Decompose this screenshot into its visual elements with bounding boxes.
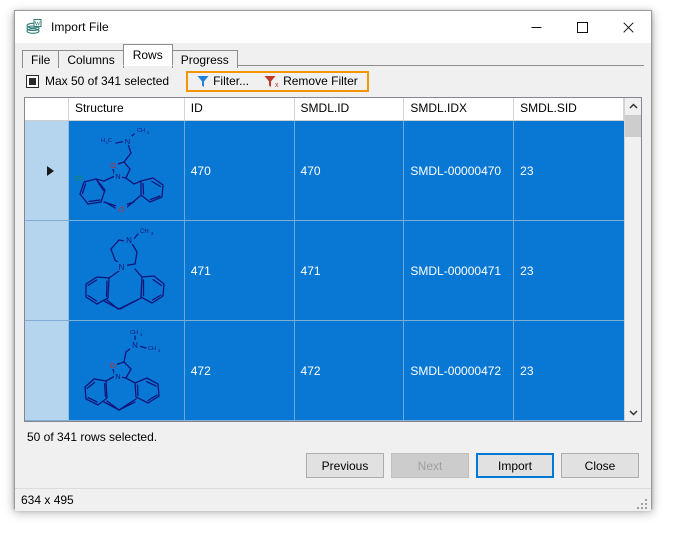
cell-smdl-id[interactable]: 472 bbox=[295, 321, 405, 420]
chevron-up-icon bbox=[629, 103, 638, 110]
cell-smdl-idx[interactable]: SMDL-00000472 bbox=[404, 321, 514, 420]
current-row-arrow-icon bbox=[47, 166, 54, 176]
grid-header-row: Structure ID SMDL.ID SMDL.IDX SMDL.SID bbox=[25, 98, 624, 121]
svg-text:W: W bbox=[34, 20, 41, 27]
max-selected-label: Max 50 of 341 selected bbox=[45, 74, 169, 88]
previous-button[interactable]: Previous bbox=[306, 453, 384, 478]
svg-text:CH: CH bbox=[137, 128, 145, 134]
tab-progress[interactable]: Progress bbox=[172, 50, 238, 68]
cell-id[interactable]: 470 bbox=[185, 121, 295, 220]
import-file-window: W Import File File Columns Rows Progress bbox=[14, 10, 652, 509]
cell-structure[interactable]: O N N CH 3 CH 3 bbox=[69, 321, 185, 420]
svg-text:H: H bbox=[101, 138, 105, 144]
svg-text:N: N bbox=[132, 341, 138, 350]
max-selected-checkbox[interactable] bbox=[26, 75, 39, 88]
grid-header-smdl-sid[interactable]: SMDL.SID bbox=[514, 98, 624, 120]
import-button[interactable]: Import bbox=[476, 453, 554, 478]
cell-smdl-sid[interactable]: 23 bbox=[514, 121, 624, 220]
grid-body: O N O N Cl CH 3 H 3 C bbox=[25, 121, 624, 421]
tab-rows[interactable]: Rows bbox=[123, 44, 173, 66]
dibenzazepine-isoxazolidine-dimethylamine-structure: O N N CH 3 CH 3 bbox=[74, 324, 178, 418]
grid-header-id[interactable]: ID bbox=[185, 98, 295, 120]
resize-grip-icon[interactable] bbox=[636, 497, 648, 509]
filter-button-label: Filter... bbox=[213, 74, 249, 88]
cell-structure[interactable]: O N O N Cl CH 3 H 3 C bbox=[69, 121, 185, 220]
close-icon[interactable] bbox=[605, 11, 651, 43]
tab-file[interactable]: File bbox=[22, 50, 59, 68]
table-row[interactable]: O N N CH 3 CH 3 472 472 SMDL-00000472 bbox=[25, 321, 624, 421]
cell-smdl-idx[interactable]: SMDL-00000471 bbox=[404, 221, 514, 320]
svg-text:N: N bbox=[125, 137, 130, 146]
filter-button[interactable]: Filter... bbox=[194, 74, 252, 88]
cell-smdl-id[interactable]: 471 bbox=[295, 221, 405, 320]
cell-id[interactable]: 472 bbox=[185, 321, 295, 420]
row-header[interactable] bbox=[25, 321, 69, 420]
grid-header-structure[interactable]: Structure bbox=[69, 98, 185, 120]
svg-text:Cl: Cl bbox=[75, 174, 82, 183]
cell-smdl-idx[interactable]: SMDL-00000470 bbox=[404, 121, 514, 220]
import-file-icon: W bbox=[26, 19, 42, 35]
scrollbar-track[interactable] bbox=[625, 115, 641, 404]
tab-strip: File Columns Rows Progress bbox=[22, 44, 651, 66]
cell-smdl-sid[interactable]: 23 bbox=[514, 321, 624, 420]
table-row[interactable]: N N CH 3 471 471 SMDL-00000471 23 bbox=[25, 221, 624, 321]
dialog-button-row: Previous Next Import Close bbox=[22, 444, 644, 487]
close-button[interactable]: Close bbox=[561, 453, 639, 478]
svg-text:O: O bbox=[111, 161, 117, 170]
svg-text:N: N bbox=[116, 172, 121, 181]
window-controls bbox=[513, 11, 651, 43]
rows-toolbar: Max 50 of 341 selected Filter... bbox=[22, 68, 644, 94]
tab-columns[interactable]: Columns bbox=[58, 50, 123, 68]
next-button: Next bbox=[391, 453, 469, 478]
row-header-current-indicator[interactable] bbox=[25, 121, 69, 220]
rows-selected-status: 50 of 341 rows selected. bbox=[22, 422, 644, 444]
remove-filter-button[interactable]: x Remove Filter bbox=[261, 74, 361, 88]
svg-text:CH: CH bbox=[148, 346, 156, 352]
svg-text:x: x bbox=[275, 82, 279, 88]
chlorinated-dibenzoxazepine-isoxazolidine-structure: O N O N Cl CH 3 H 3 C bbox=[74, 124, 178, 218]
cell-smdl-id[interactable]: 470 bbox=[295, 121, 405, 220]
row-header[interactable] bbox=[25, 221, 69, 320]
svg-text:N: N bbox=[126, 236, 132, 245]
scroll-down-button[interactable] bbox=[625, 404, 641, 421]
rows-data-grid: Structure ID SMDL.ID SMDL.IDX SMDL.SID bbox=[24, 97, 642, 422]
grid-header-smdl-id[interactable]: SMDL.ID bbox=[295, 98, 405, 120]
minimize-icon[interactable] bbox=[513, 11, 559, 43]
svg-text:CH: CH bbox=[130, 330, 138, 336]
svg-text:O: O bbox=[119, 205, 125, 214]
cell-id[interactable]: 471 bbox=[185, 221, 295, 320]
table-row[interactable]: O N O N Cl CH 3 H 3 C bbox=[25, 121, 624, 221]
svg-text:3: 3 bbox=[140, 332, 143, 337]
rows-tab-page: Max 50 of 341 selected Filter... bbox=[22, 65, 644, 487]
svg-text:O: O bbox=[110, 361, 116, 370]
grid-header-corner[interactable] bbox=[25, 98, 69, 120]
scroll-up-button[interactable] bbox=[625, 98, 641, 115]
svg-text:C: C bbox=[108, 138, 112, 144]
window-status-bar: 634 x 495 bbox=[15, 488, 651, 511]
svg-text:N: N bbox=[116, 372, 121, 381]
filter-toolbar-highlight: Filter... x Remove Filter bbox=[186, 71, 369, 92]
chevron-down-icon bbox=[629, 409, 638, 416]
svg-text:N: N bbox=[119, 263, 125, 272]
window-title: Import File bbox=[51, 20, 109, 34]
title-bar[interactable]: W Import File bbox=[15, 11, 651, 43]
svg-text:3: 3 bbox=[147, 130, 150, 135]
scrollbar-thumb[interactable] bbox=[625, 115, 641, 137]
mianserin-like-piperazine-dibenzazepine-structure: N N CH 3 bbox=[74, 224, 178, 318]
remove-filter-button-label: Remove Filter bbox=[283, 74, 358, 88]
cell-smdl-sid[interactable]: 23 bbox=[514, 221, 624, 320]
grid-viewport: Structure ID SMDL.ID SMDL.IDX SMDL.SID bbox=[25, 98, 624, 421]
filter-funnel-icon bbox=[197, 75, 213, 88]
cell-structure[interactable]: N N CH 3 bbox=[69, 221, 185, 320]
svg-text:3: 3 bbox=[158, 348, 161, 353]
grid-header-smdl-idx[interactable]: SMDL.IDX bbox=[404, 98, 514, 120]
svg-text:3: 3 bbox=[151, 231, 154, 236]
window-size-text: 634 x 495 bbox=[15, 493, 74, 507]
svg-text:CH: CH bbox=[140, 229, 149, 235]
filter-funnel-remove-icon: x bbox=[264, 75, 283, 88]
grid-vertical-scrollbar[interactable] bbox=[624, 98, 641, 421]
max-selected-checkbox-group[interactable]: Max 50 of 341 selected bbox=[26, 74, 169, 88]
maximize-icon[interactable] bbox=[559, 11, 605, 43]
